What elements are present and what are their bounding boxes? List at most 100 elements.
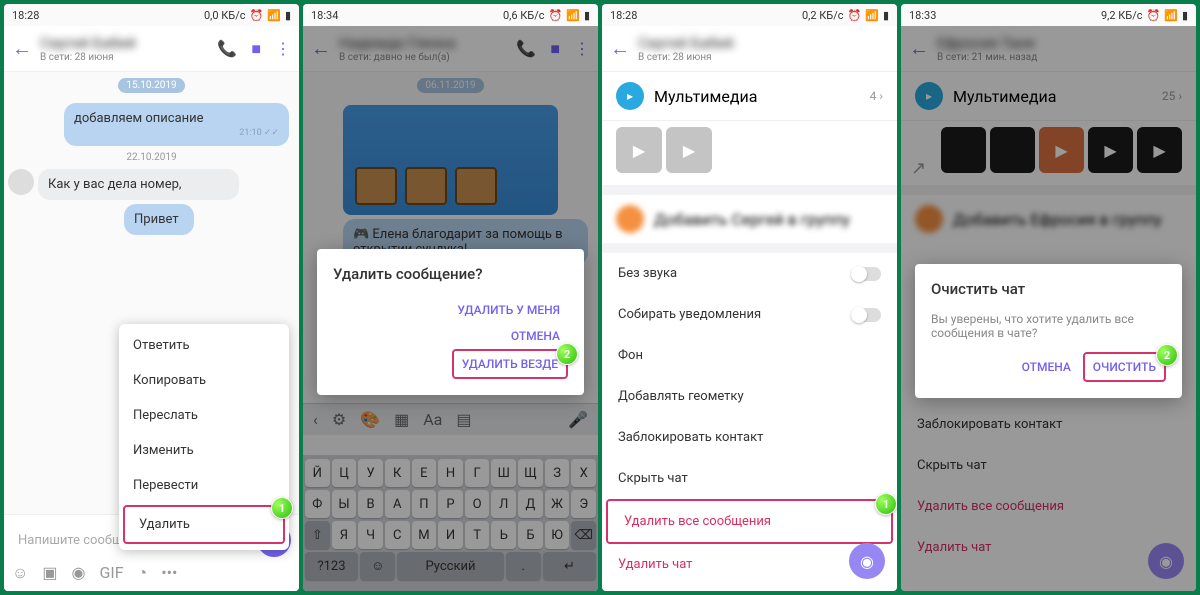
status-bar: 18:33 9,2 КБ/с ⏰📶▮ [901,4,1196,26]
mute-row[interactable]: Без звука [602,253,897,294]
date-separator: 15.10.2019 [118,78,184,93]
media-thumb[interactable] [990,127,1035,173]
multimedia-row[interactable]: ▸ Мультимедиа 4 › [602,72,897,121]
message-context-menu: Ответить Копировать Переслать Изменить П… [119,324,289,550]
delete-everywhere-button[interactable]: УДАЛИТЬ ВЕЗДЕ 2 [452,349,568,379]
period-key[interactable]: . [506,552,541,580]
hide-chat-row[interactable]: Скрыть чат [602,458,897,499]
message-incoming[interactable]: Как у вас дела номер, [38,169,239,200]
block-row[interactable]: Заблокировать контакт [602,417,897,458]
pane-3-chat-settings: 18:28 0,2 КБ/с ⏰📶▮ ← Сергей Бабий В сети… [602,4,897,591]
pane-1-chat-context: 18:28 0,0 КБ/с ⏰ 📶 ▮ ← Сергей Бабий В се… [4,4,299,591]
menu-delete[interactable]: Удалить 1 [123,505,285,544]
media-thumb[interactable]: ▶ [616,127,662,173]
back-icon[interactable]: ← [311,36,331,61]
media-thumb[interactable] [941,127,986,173]
gallery-icon[interactable]: ▣ [42,563,57,583]
chat-header: ← Сергей Бабий В сети: 28 июня 📞 ■ ⋮ [4,26,299,72]
camera-icon[interactable]: ◉ [71,563,85,583]
kb-tool[interactable]: Aa [423,410,442,429]
add-to-group-row[interactable]: Добавить Сергей в группу [602,195,897,243]
image-message[interactable] [343,105,558,215]
callout-2: 2 [1156,344,1178,366]
media-thumb[interactable]: ▶ [1088,127,1133,173]
media-thumb[interactable]: ▶ [1137,127,1182,173]
delete-all-messages-row: Удалить все сообщения [901,486,1196,527]
kb-tool[interactable]: 🎤 [568,410,588,429]
date-label: 22.10.2019 [4,152,299,163]
geo-row[interactable]: Добавлять геометку [602,376,897,417]
status-bar: 18:34 0,6 КБ/с ⏰ 📶 ▮ [303,4,598,26]
multimedia-row: ▸ Мультимедиа 25 › [901,72,1196,121]
kb-tool[interactable]: ▤ [456,410,471,429]
contact-name[interactable]: Сергей Бабий [40,34,209,52]
dialog-title: Очистить чат [931,280,1166,298]
fab-button[interactable]: ◉ [849,543,885,579]
media-icon: ▸ [915,82,943,110]
numeric-key[interactable]: ?123 [305,552,358,580]
cancel-button[interactable]: ОТМЕНА [1014,354,1079,380]
menu-copy[interactable]: Копировать [119,363,289,398]
avatar[interactable] [8,169,34,195]
menu-translate[interactable]: Перевести [119,468,289,503]
pane-4-clear-chat-dialog: 18:33 9,2 КБ/с ⏰📶▮ ← Ефросия Таня В сети… [901,4,1196,591]
kb-tool[interactable]: ⚙ [332,410,346,429]
back-icon[interactable]: ← [610,36,630,61]
message-outgoing[interactable]: Привет [124,204,194,235]
add-to-group-row: Добавить Ефросия в группу [901,195,1196,243]
media-thumbs: ▶ ▶ [602,121,897,185]
alarm-icon: ⏰ [549,9,563,22]
shift-key[interactable]: ⇧ [305,521,330,549]
media-thumb[interactable]: ▶ [1039,127,1084,173]
toggle[interactable] [851,267,881,281]
media-icon: ▸ [616,82,644,110]
callout-1: 1 [875,493,897,515]
more-icon[interactable]: ⋮ [574,39,590,59]
dialog-title: Удалить сообщение? [333,265,568,283]
share-icon[interactable]: ↗ [911,158,926,179]
media-thumb[interactable]: ▶ [666,127,712,173]
menu-forward[interactable]: Переслать [119,398,289,433]
alarm-icon: ⏰ [250,9,264,22]
fab-button[interactable]: ◉ [1148,543,1184,579]
collect-notif-row[interactable]: Собирать уведомления [602,294,897,335]
kb-tool[interactable]: 🎨 [360,410,380,429]
backspace-key[interactable]: ⌫ [571,521,596,549]
kb-tool[interactable]: ‹ [313,410,318,429]
gif-icon[interactable]: GIF [99,563,123,583]
cancel-button[interactable]: ОТМЕНА [503,323,568,349]
delete-message-dialog: Удалить сообщение? УДАЛИТЬ У МЕНЯ ОТМЕНА… [317,249,584,395]
sticker-icon[interactable]: ☺ [12,563,28,583]
video-call-icon[interactable]: ■ [251,39,261,59]
clear-button[interactable]: ОЧИСТИТЬ 2 [1083,352,1166,382]
menu-reply[interactable]: Ответить [119,328,289,363]
status-bar: 18:28 0,2 КБ/с ⏰📶▮ [602,4,897,26]
space-key[interactable]: Русский [397,552,503,580]
more-icon[interactable]: ⋮ [275,39,291,59]
callout-2: 2 [556,343,578,365]
back-icon[interactable]: ← [909,36,929,61]
message-outgoing[interactable]: добавляем описание 21:10 ✓✓ [64,103,289,146]
delete-all-messages-row[interactable]: Удалить все сообщения 1 [606,499,893,544]
emoji-key[interactable]: ☺ [360,552,395,580]
toggle[interactable] [851,308,881,322]
voice-call-icon[interactable]: 📞 [516,39,536,59]
hide-chat-row: Скрыть чат [901,445,1196,486]
timer-icon[interactable]: ◔ [138,563,148,583]
delete-for-me-button[interactable]: УДАЛИТЬ У МЕНЯ [449,297,568,323]
back-icon[interactable]: ← [12,36,32,61]
menu-edit[interactable]: Изменить [119,433,289,468]
video-call-icon[interactable]: ■ [550,39,560,59]
dialog-body: Вы уверены, что хотите удалить все сообщ… [931,312,1166,340]
voice-call-icon[interactable]: 📞 [217,39,237,59]
keyboard: ЙЦУКЕНГШЩЗХ ФЫВАПРОЛДЖЭ ⇧ ЯЧСМИТЬБЮ ⌫ ?1… [303,455,598,591]
more-tools-icon[interactable]: ••• [161,563,177,583]
battery-icon: ▮ [584,9,590,22]
callout-1: 1 [271,497,293,519]
bg-row[interactable]: Фон [602,335,897,376]
kb-key[interactable]: Й [305,459,330,487]
enter-key[interactable]: ↵ [543,552,596,580]
block-row: Заблокировать контакт [901,404,1196,445]
kb-tool[interactable]: ▦ [394,410,409,429]
clear-chat-dialog: Очистить чат Вы уверены, что хотите удал… [915,264,1182,398]
